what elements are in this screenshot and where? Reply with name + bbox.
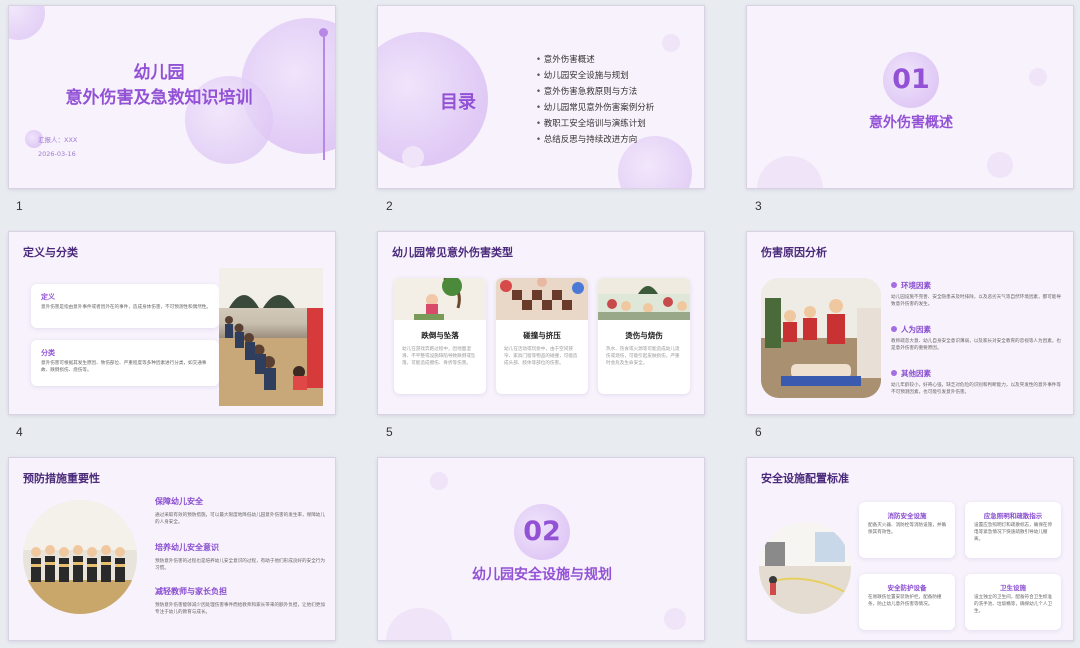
decor-circle xyxy=(402,146,424,168)
card-text: 意外伤害可根据其发生原因、致伤部位、严重程度等多种因素进行分类，如交通事故、跌倒… xyxy=(41,361,207,373)
slide-number: 5 xyxy=(386,425,393,439)
card-text: 配备灭火器、消防栓等消防设施，并确保其有效性。 xyxy=(868,523,947,535)
reason-text: 幼儿园设施不完善、安全隐患未及时排除，以及恶劣天气等自然环境因素，都可能导致意外… xyxy=(891,295,1061,307)
card-title: 烫伤与烧伤 xyxy=(625,331,663,340)
injury-type-card: 烫伤与烧伤 热水、热食或火源等可能造成幼儿烫伤或烧伤，可能引起皮肤损伤，严重时会… xyxy=(598,278,690,394)
importance-text: 预防意外伤害能够减少因处理伤害事件而给教师和家长带来的额外负担，让他们更加专注于… xyxy=(155,603,325,615)
slide-thumbnail-8[interactable]: 02 幼儿园安全设施与规划 xyxy=(377,457,705,641)
decor-circle xyxy=(386,608,452,640)
card-text: 热水、热食或火源等可能造成幼儿烫伤或烧伤，可能引起皮肤损伤，严重时会危及生命安全… xyxy=(606,347,680,366)
importance-item: 保障幼儿安全 通过采取有效的预防措施，可以最大限度地降低幼儿园意外伤害的发生率，… xyxy=(155,496,325,526)
slide-heading: 安全设施配置标准 xyxy=(761,472,849,485)
first-aid-training-photo xyxy=(761,278,881,398)
injury-type-card: 跌倒与坠落 幼儿在游戏奔跑过程中，因地面湿滑、不平整或设施缺陷导致跌倒或坠落，可… xyxy=(394,278,486,394)
injury-type-card: 碰撞与挤压 幼儿在活动或玩耍中，由于空间狭窄、家具门窗等物品的碰撞，可能造成头部… xyxy=(496,278,588,394)
reason-title: 环境因素 xyxy=(901,281,931,290)
toc-item: 幼儿园安全设施与规划 xyxy=(536,68,654,84)
slide-thumbnail-6[interactable]: 伤害原因分析 环境因素 幼儿园设施不完善、安全隐患未及时排除，以及恶劣天气等自然… xyxy=(746,231,1074,415)
reason-title: 其他因素 xyxy=(901,369,931,378)
slide-number: 4 xyxy=(16,425,23,439)
decor-circle xyxy=(664,608,686,630)
importance-title: 培养幼儿安全意识 xyxy=(155,543,219,552)
toc-item: 总结反思与持续改进方向 xyxy=(536,132,654,148)
card-title: 消防安全设施 xyxy=(887,512,927,520)
decor-circle xyxy=(662,34,680,52)
reason-text: 幼儿年龄较小，好奇心强，缺乏对危险的识别和判断能力，以及突发性的意外事件等不可预… xyxy=(891,383,1061,395)
children-group-photo xyxy=(23,500,137,614)
facility-card: 应急照明和疏散指示 设置应急照明灯和疏散标志，确保在停电等紧急情况下快速疏散引导… xyxy=(965,502,1061,558)
card-title: 碰撞与挤压 xyxy=(523,331,561,340)
slide-heading: 幼儿园常见意外伤害类型 xyxy=(392,246,513,259)
slide-thumbnail-9[interactable]: 安全设施配置标准 消防安全设施 配备灭火器、消防栓等消防设施，并确保其有效性。 … xyxy=(746,457,1074,641)
slide-number: 2 xyxy=(386,199,393,213)
bullet-dot xyxy=(891,370,897,376)
card-text: 在易跌伤位置安装防护栏，配备防撞条，防止幼儿意外伤害等情况。 xyxy=(868,595,942,607)
reason-title: 人为因素 xyxy=(901,325,931,334)
slide-heading: 伤害原因分析 xyxy=(761,246,827,259)
card-title: 安全防护设备 xyxy=(887,584,927,592)
card-text: 幼儿在活动或玩耍中，由于空间狭窄、家具门窗等物品的碰撞，可能造成头部、肢体等部位… xyxy=(504,347,578,366)
importance-title: 保障幼儿安全 xyxy=(155,497,203,506)
facility-card: 安全防护设备 在易跌伤位置安装防护栏，配备防撞条，防止幼儿意外伤害等情况。 xyxy=(859,574,955,630)
decor-circle xyxy=(430,472,448,490)
importance-text: 通过采取有效的预防措施，可以最大限度地降低幼儿园意外伤害的发生率，保障幼儿的人身… xyxy=(155,513,325,525)
slide-heading: 预防措施重要性 xyxy=(23,472,100,485)
card-illustration xyxy=(394,278,486,320)
slide-thumbnail-4[interactable]: 定义与分类 定义 意外伤害是指由意外事件或者因外在的事件，造成身体伤害，不可预测… xyxy=(8,231,336,415)
section-number: 01 xyxy=(892,64,930,95)
classification-card: 分类 意外伤害可根据其发生原因、致伤部位、严重程度等多种因素进行分类，如交通事故… xyxy=(31,340,219,386)
decor-circle xyxy=(9,6,45,40)
card-title: 应急照明和疏散指示 xyxy=(983,512,1043,520)
toc-item: 意外伤害概述 xyxy=(536,52,654,68)
decor-circle xyxy=(987,152,1013,178)
decor-circle xyxy=(757,156,823,188)
bullet-dot xyxy=(891,282,897,288)
facility-photo xyxy=(759,522,851,614)
toc-list: 意外伤害概述 幼儿园安全设施与规划 意外伤害急救原则与方法 幼儿园常见意外伤害案… xyxy=(536,52,655,148)
card-title: 定义 xyxy=(41,293,55,301)
slide-number: 6 xyxy=(755,425,762,439)
card-text: 设立独立的卫生间，配备符合卫生标准的洗手池、垃圾桶等，确保幼儿个人卫生。 xyxy=(974,595,1053,614)
slide-number: 3 xyxy=(755,199,762,213)
slide-title-line1: 幼儿园 xyxy=(133,63,185,83)
card-illustration xyxy=(598,278,690,320)
slide-heading: 定义与分类 xyxy=(23,246,78,259)
importance-item: 培养幼儿安全意识 预防意外伤害的过程也是培养幼儿安全意识的过程，有助于他们形成良… xyxy=(155,542,325,572)
importance-item: 减轻教师与家长负担 预防意外伤害能够减少因处理伤害事件而给教师和家长带来的额外负… xyxy=(155,586,325,616)
bullet-dot xyxy=(891,326,897,332)
toc-item: 意外伤害急救原则与方法 xyxy=(536,84,654,100)
decor-line xyxy=(323,36,325,160)
card-text: 幼儿在游戏奔跑过程中，因地面湿滑、不平整或设施缺陷导致跌倒或坠落，可能造成擦伤、… xyxy=(402,347,476,366)
card-text: 设置应急照明灯和疏散标志，确保在停电等紧急情况下快速疏散引导幼儿撤离。 xyxy=(974,523,1053,542)
date-text: 2026-03-16 xyxy=(38,150,76,158)
slide-thumbnail-7[interactable]: 预防措施重要性 保障幼儿安全 通过采取有效的预防措施，可以最大限度地降低幼儿园意… xyxy=(8,457,336,641)
reporter-text: 汇报人：XXX xyxy=(38,136,78,144)
facility-card: 卫生设施 设立独立的卫生间，配备符合卫生标准的洗手池、垃圾桶等，确保幼儿个人卫生… xyxy=(965,574,1061,630)
card-title: 跌倒与坠落 xyxy=(421,331,459,340)
slide-thumbnail-1[interactable]: 幼儿园 意外伤害及急救知识培训 汇报人：XXX 2026-03-16 xyxy=(8,5,336,189)
slide-thumbnail-3[interactable]: 01 意外伤害概述 xyxy=(746,5,1074,189)
toc-heading: 目录 xyxy=(440,92,476,113)
card-title: 卫生设施 xyxy=(1000,584,1026,592)
slide-thumbnail-5[interactable]: 幼儿园常见意外伤害类型 跌倒与坠落 幼儿在游戏奔跑过程中，因地面湿滑、不平整或设… xyxy=(377,231,705,415)
importance-title: 减轻教师与家长负担 xyxy=(155,587,227,596)
decor-dot xyxy=(319,28,328,37)
facility-card: 消防安全设施 配备灭火器、消防栓等消防设施，并确保其有效性。 xyxy=(859,502,955,558)
slide-thumbnail-2[interactable]: 目录 意外伤害概述 幼儿园安全设施与规划 意外伤害急救原则与方法 幼儿园常见意外… xyxy=(377,5,705,189)
toc-item: 教职工安全培训与演练计划 xyxy=(536,116,654,132)
card-title: 分类 xyxy=(41,349,55,357)
classroom-photo xyxy=(219,268,323,406)
importance-text: 预防意外伤害的过程也是培养幼儿安全意识的过程，有助于他们形成良好的安全行为习惯。 xyxy=(155,559,325,571)
card-illustration xyxy=(496,278,588,320)
definition-card: 定义 意外伤害是指由意外事件或者因外在的事件，造成身体伤害，不可预测性和偶然性。 xyxy=(31,284,219,328)
reason-text: 教师疏忽大意、幼儿自身安全意识薄弱，以及家长对安全教育的忽视等人为因素，也是意外… xyxy=(891,339,1061,351)
slide-title-line2: 意外伤害及急救知识培训 xyxy=(65,88,253,108)
card-text: 意外伤害是指由意外事件或者因外在的事件，造成身体伤害，不可预测性和偶然性。 xyxy=(41,305,211,310)
toc-item: 幼儿园常见意外伤害案例分析 xyxy=(536,100,655,116)
slide-number: 1 xyxy=(16,199,23,213)
section-title: 意外伤害概述 xyxy=(869,115,953,131)
section-title: 幼儿园安全设施与规划 xyxy=(472,567,612,583)
section-number: 02 xyxy=(523,516,561,547)
